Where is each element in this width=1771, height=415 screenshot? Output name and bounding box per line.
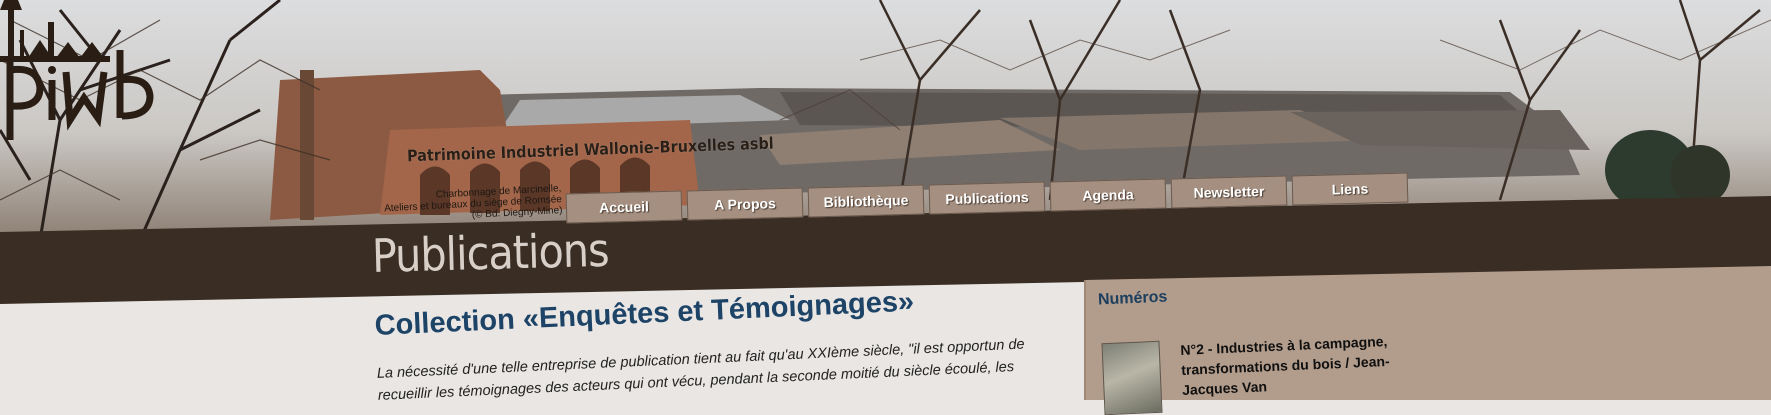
- nav-item-accueil[interactable]: Accueil: [565, 190, 683, 224]
- nav-item-bibliotheque[interactable]: Bibliothèque: [807, 184, 925, 218]
- publication-cover-thumbnail[interactable]: [1101, 340, 1163, 415]
- nav-item-agenda[interactable]: Agenda: [1049, 178, 1167, 212]
- nav-item-liens[interactable]: Liens: [1291, 172, 1409, 206]
- publication-link[interactable]: N°2 - Industries à la campagne, transfor…: [1180, 331, 1392, 400]
- main-content: Collection «Enquêtes et Témoignages» La …: [374, 279, 1068, 407]
- collection-heading: Collection «Enquêtes et Témoignages»: [374, 285, 915, 342]
- nav-item-publications[interactable]: Publications: [928, 181, 1046, 215]
- nav-item-newsletter[interactable]: Newsletter: [1170, 175, 1288, 209]
- collection-intro: La nécessité d'une telle entreprise de p…: [376, 336, 1025, 404]
- page-title: Publications: [371, 222, 610, 283]
- main-nav: Accueil A Propos Bibliothèque Publicatio…: [0, 0, 1771, 240]
- sidebar-heading: Numéros: [1097, 288, 1168, 309]
- nav-item-a-propos[interactable]: A Propos: [686, 187, 804, 221]
